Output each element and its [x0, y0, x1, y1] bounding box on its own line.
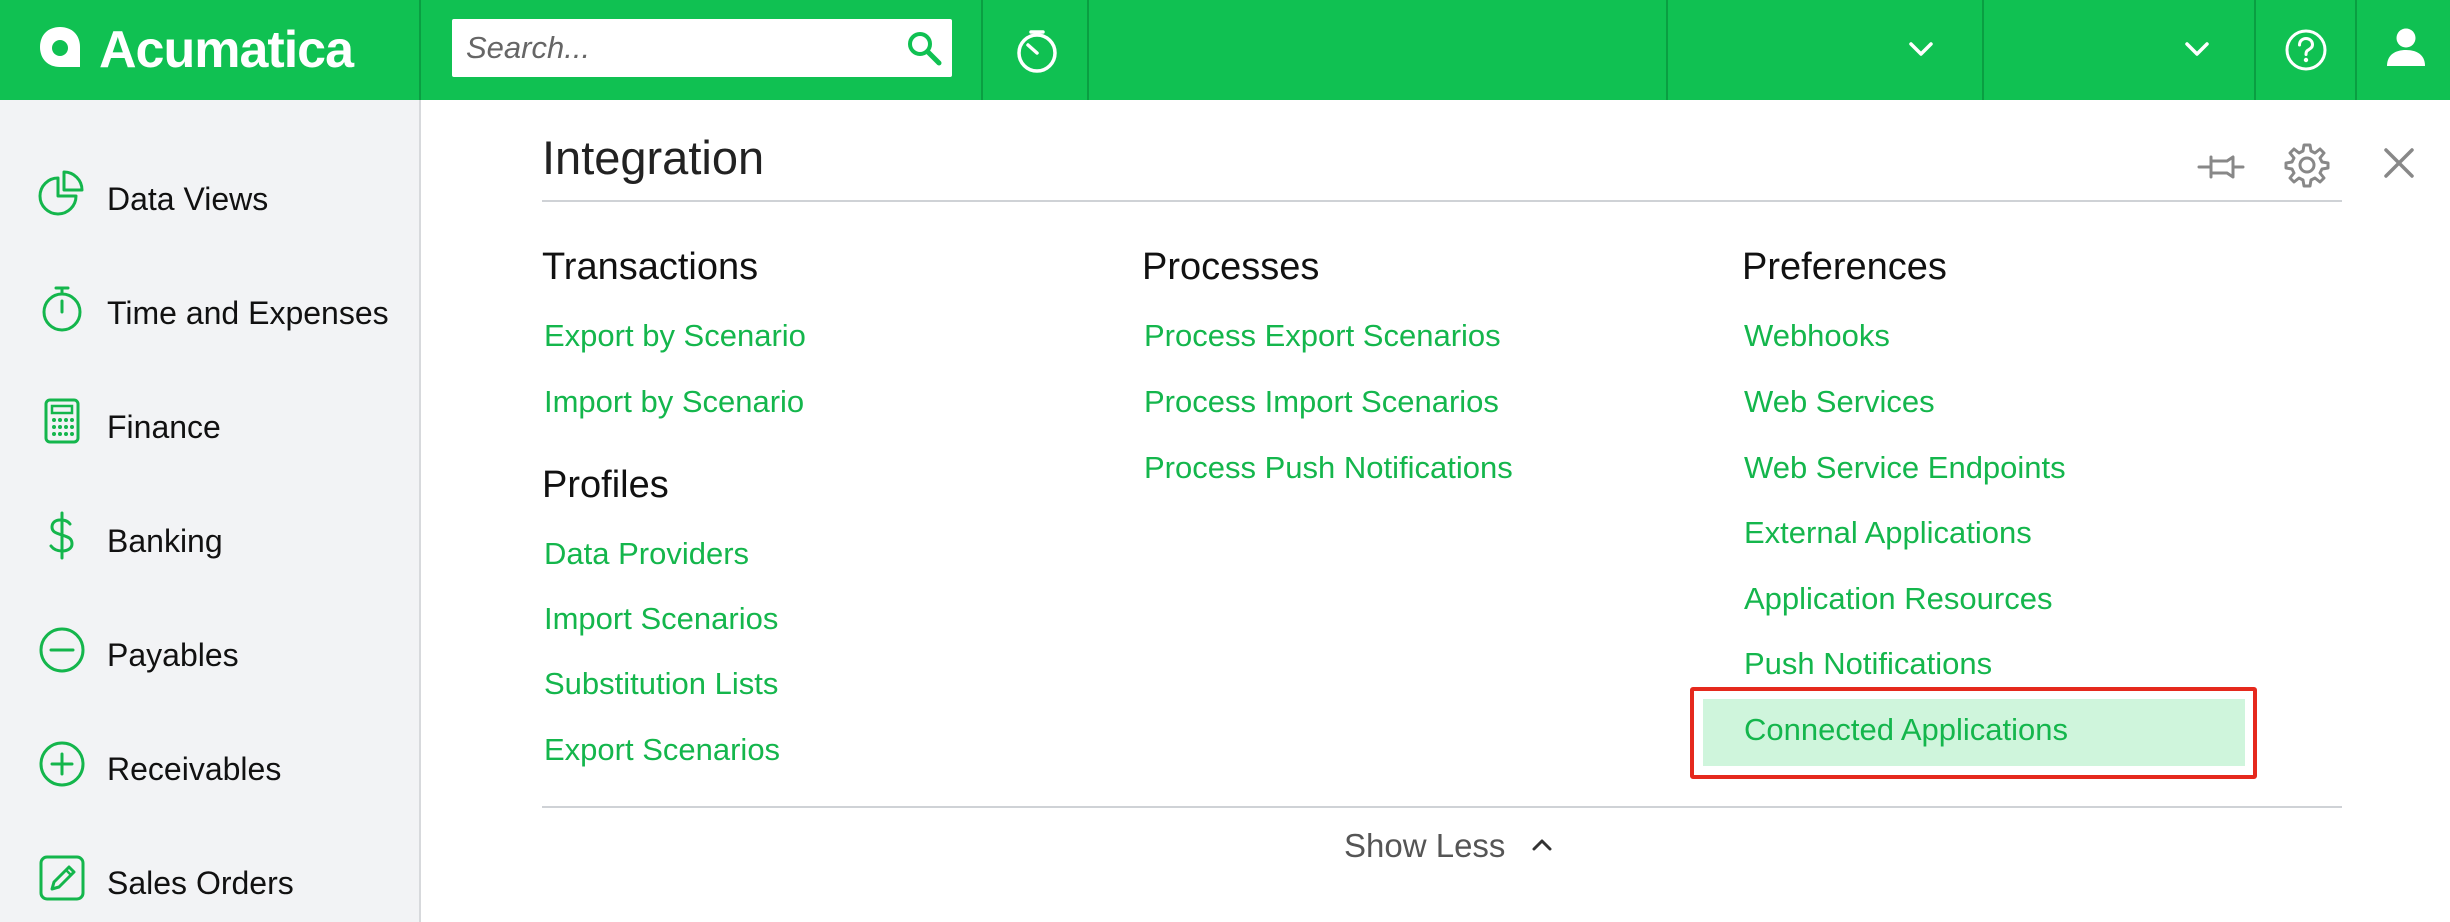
link-process-push-notifications[interactable]: Process Push Notifications	[1144, 449, 1513, 487]
link-import-scenarios[interactable]: Import Scenarios	[544, 600, 778, 638]
link-import-by-scenario[interactable]: Import by Scenario	[544, 383, 804, 421]
pin-icon[interactable]	[2197, 147, 2245, 187]
app-window: Acumatica Search... Data Views Time and …	[0, 0, 2450, 922]
sidebar-item-finance[interactable]: Finance	[0, 376, 419, 490]
sidebar-item-banking[interactable]: Banking	[0, 490, 419, 604]
stopwatch-icon	[42, 286, 82, 332]
branch-selector[interactable]	[1666, 0, 1984, 100]
sidebar-item-label: Time and Expenses	[107, 295, 389, 331]
dollar-icon	[49, 511, 74, 560]
sidebar: Data Views Time and Expenses Finance Ban…	[0, 100, 421, 922]
link-data-providers[interactable]: Data Providers	[544, 535, 749, 573]
link-push-notifications[interactable]: Push Notifications	[1744, 645, 1992, 683]
show-less-button[interactable]: Show Less	[1344, 826, 1505, 866]
title-divider	[542, 200, 2342, 202]
section-heading-profiles: Profiles	[542, 464, 669, 506]
sidebar-item-time-and-expenses[interactable]: Time and Expenses	[0, 262, 419, 376]
sidebar-item-payables[interactable]: Payables	[0, 604, 419, 718]
calculator-icon	[44, 398, 80, 444]
section-heading-transactions: Transactions	[542, 246, 759, 288]
annotation-highlight-box	[1690, 687, 2257, 779]
link-export-by-scenario[interactable]: Export by Scenario	[544, 317, 806, 355]
minus-circle-icon	[39, 627, 85, 673]
sidebar-item-label: Banking	[107, 523, 223, 559]
plus-circle-icon	[39, 741, 85, 787]
pencil-icon	[39, 855, 85, 901]
link-export-scenarios[interactable]: Export Scenarios	[544, 731, 780, 769]
sidebar-item-label: Receivables	[107, 751, 282, 787]
search-input[interactable]	[452, 19, 892, 77]
link-external-applications[interactable]: External Applications	[1744, 514, 2032, 552]
bottom-divider	[542, 806, 2342, 808]
top-bar: Acumatica	[0, 0, 2450, 100]
sidebar-item-label: Finance	[107, 409, 221, 445]
company-selector[interactable]	[1984, 0, 2256, 100]
sidebar-item-receivables[interactable]: Receivables	[0, 718, 419, 832]
close-icon[interactable]	[2382, 146, 2416, 180]
help-icon	[2285, 29, 2327, 71]
sidebar-item-label: Sales Orders	[107, 865, 294, 901]
user-icon	[2387, 28, 2425, 66]
sidebar-item-label: Payables	[107, 637, 239, 673]
gear-icon[interactable]	[2284, 142, 2330, 188]
logo-text: Acumatica	[99, 21, 354, 79]
search-box[interactable]	[452, 19, 952, 77]
link-process-export-scenarios[interactable]: Process Export Scenarios	[1144, 317, 1501, 355]
search-icon[interactable]	[906, 30, 942, 66]
chevron-up-icon[interactable]	[1530, 836, 1554, 854]
timer-icon	[1017, 30, 1057, 73]
logo[interactable]: Acumatica	[0, 0, 421, 100]
sidebar-item-label: Data Views	[107, 181, 269, 217]
sidebar-item-sales-orders[interactable]: Sales Orders	[0, 832, 419, 922]
link-application-resources[interactable]: Application Resources	[1744, 580, 2052, 618]
link-process-import-scenarios[interactable]: Process Import Scenarios	[1144, 383, 1499, 421]
panel-title: Integration	[542, 131, 765, 184]
user-menu-button[interactable]	[2357, 0, 2450, 100]
chevron-down-icon	[2185, 42, 2209, 56]
section-heading-processes: Processes	[1142, 246, 1320, 288]
link-web-services[interactable]: Web Services	[1744, 383, 1935, 421]
link-substitution-lists[interactable]: Substitution Lists	[544, 665, 778, 703]
section-heading-preferences: Preferences	[1742, 246, 1947, 288]
help-button[interactable]	[2256, 0, 2357, 100]
sidebar-item-data-views[interactable]: Data Views	[0, 148, 419, 262]
link-web-service-endpoints[interactable]: Web Service Endpoints	[1744, 449, 2066, 487]
search-area	[421, 0, 983, 100]
pie-chart-icon	[38, 170, 84, 216]
link-webhooks[interactable]: Webhooks	[1744, 317, 1890, 355]
recent-items-button[interactable]	[983, 0, 1089, 100]
acumatica-logo-icon	[40, 27, 80, 67]
chevron-down-icon	[1909, 42, 1933, 56]
